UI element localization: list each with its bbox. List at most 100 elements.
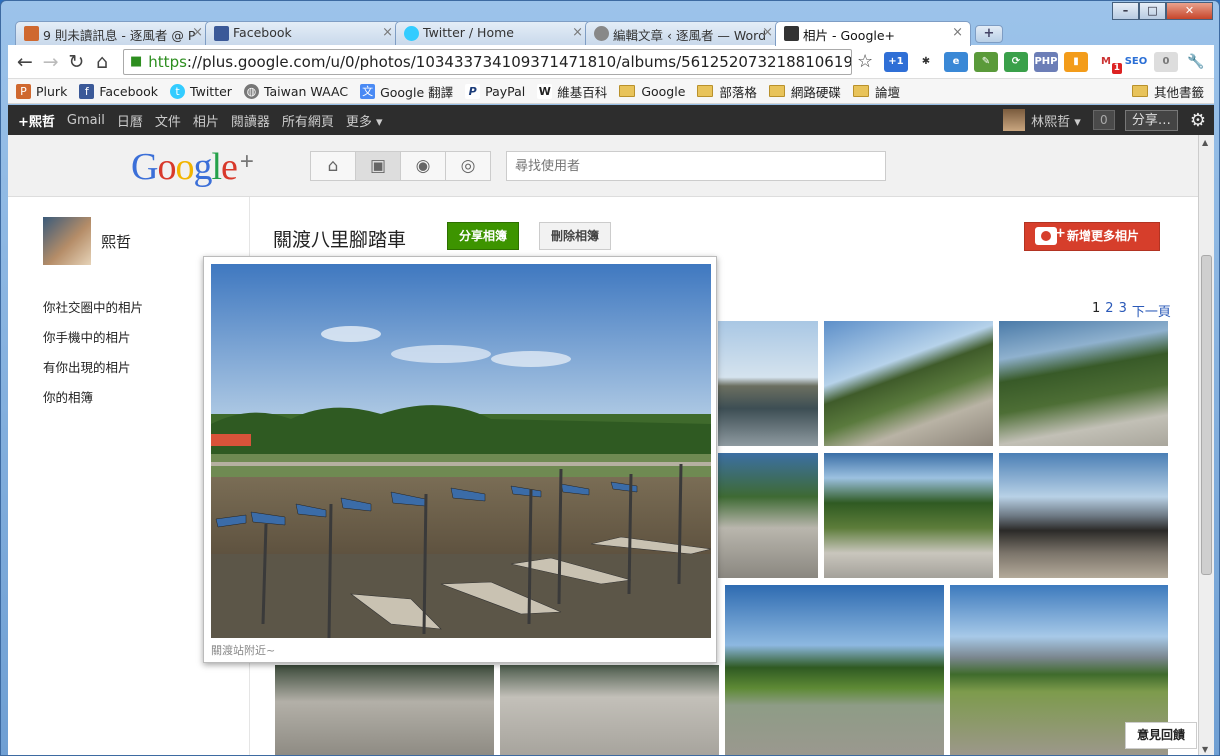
bookmark-folder-google[interactable]: Google bbox=[619, 84, 685, 99]
share-button[interactable]: 分享… bbox=[1124, 109, 1178, 131]
photo-thumbnail[interactable] bbox=[824, 321, 993, 446]
sidebar-item-your-albums[interactable]: 你的相簿 bbox=[43, 387, 143, 406]
profile-name[interactable]: 熙哲 bbox=[101, 231, 131, 252]
gear-icon[interactable]: ⚙ bbox=[1190, 110, 1206, 131]
seo-icon[interactable]: SEO bbox=[1123, 51, 1148, 72]
scrollbar-thumb[interactable] bbox=[1201, 255, 1212, 575]
photos-icon[interactable]: ▣ bbox=[355, 151, 401, 181]
gbar-link-docs[interactable]: 文件 bbox=[155, 111, 181, 130]
google-plus-logo[interactable]: Google + bbox=[131, 145, 254, 189]
close-icon[interactable]: × bbox=[952, 25, 963, 40]
bookmark-paypal[interactable]: P PayPal bbox=[465, 83, 526, 99]
bookmark-label: PayPal bbox=[485, 83, 526, 99]
bug-icon[interactable]: ✱ bbox=[913, 51, 938, 72]
photo-thumbnail[interactable] bbox=[275, 665, 494, 755]
photo-thumbnail[interactable] bbox=[718, 321, 818, 446]
url-scheme: https bbox=[148, 52, 187, 71]
close-icon[interactable]: × bbox=[192, 25, 203, 40]
avatar[interactable] bbox=[43, 217, 91, 265]
add-photos-button[interactable]: + 新增更多相片 bbox=[1024, 222, 1160, 251]
gbar-link-web[interactable]: 所有網頁 bbox=[282, 111, 334, 130]
browser-toolbar: ← → ↻ ⌂ ■ https ://plus.google.com/u/0/p… bbox=[8, 45, 1214, 79]
new-tab-button[interactable]: + bbox=[975, 25, 1003, 43]
close-icon[interactable]: × bbox=[762, 25, 773, 40]
photo-thumbnail[interactable] bbox=[999, 453, 1168, 578]
photo-thumbnail[interactable] bbox=[718, 453, 818, 578]
php-icon[interactable]: PHP bbox=[1033, 51, 1058, 72]
bookmark-wikipedia[interactable]: W 維基百科 bbox=[537, 82, 607, 101]
notification-count[interactable]: 0 bbox=[1092, 110, 1115, 130]
bookmark-label: Plurk bbox=[36, 83, 68, 99]
account-name[interactable]: 林熙哲 ▾ bbox=[1031, 111, 1081, 130]
bookmark-google-translate[interactable]: 文 Google 翻譯 bbox=[360, 82, 453, 101]
bookmark-folder-blog[interactable]: 部落格 bbox=[697, 82, 757, 101]
close-icon[interactable]: × bbox=[382, 25, 393, 40]
photo-hover-preview[interactable]: 關渡站附近~ bbox=[203, 256, 717, 663]
feedback-button[interactable]: 意見回饋 bbox=[1125, 722, 1197, 749]
bookmark-twitter[interactable]: t Twitter bbox=[170, 83, 232, 99]
gbar-link-gmail[interactable]: Gmail bbox=[67, 113, 105, 128]
page-link[interactable]: 2 bbox=[1105, 301, 1113, 320]
maximize-button[interactable]: □ bbox=[1139, 2, 1166, 20]
sidebar-item-circles-photos[interactable]: 你社交圈中的相片 bbox=[43, 297, 143, 316]
evernote-icon[interactable]: ✎ bbox=[973, 51, 998, 72]
photo-thumbnail[interactable] bbox=[999, 321, 1168, 446]
preview-photo[interactable] bbox=[211, 264, 711, 638]
bookmark-taiwan-waac[interactable]: ◍ Taiwan WAAC bbox=[243, 83, 348, 99]
other-bookmarks[interactable]: 其他書籤 bbox=[1131, 82, 1204, 101]
reload-icon[interactable]: ↻ bbox=[64, 51, 90, 73]
vertical-scrollbar[interactable]: ▲ ▼ bbox=[1198, 135, 1214, 755]
bookmark-plurk[interactable]: P Plurk bbox=[16, 83, 68, 99]
tab-google-plus-photos[interactable]: 相片 - Google+ × bbox=[775, 21, 971, 46]
plus-one-icon[interactable]: +1 bbox=[883, 51, 908, 72]
close-icon[interactable]: × bbox=[572, 25, 583, 40]
page-link[interactable]: 3 bbox=[1119, 301, 1127, 320]
gbar-link-reader[interactable]: 閱讀器 bbox=[231, 111, 270, 130]
share-album-button[interactable]: 分享相簿 bbox=[447, 222, 519, 250]
search-input[interactable] bbox=[506, 151, 886, 181]
folder-icon bbox=[852, 85, 869, 97]
photo-thumbnail[interactable] bbox=[824, 453, 993, 578]
profile-icon[interactable]: ◉ bbox=[400, 151, 446, 181]
photo-thumbnail[interactable] bbox=[725, 585, 944, 755]
tab-wordpress[interactable]: 編輯文章 ‹ 逐風者 — Word × bbox=[585, 21, 781, 45]
avatar[interactable] bbox=[1003, 109, 1026, 131]
close-window-button[interactable]: ✕ bbox=[1166, 2, 1213, 20]
analytics-icon[interactable]: ▮ bbox=[1063, 51, 1088, 72]
home-icon[interactable]: ⌂ bbox=[89, 51, 115, 73]
tab-twitter[interactable]: Twitter / Home × bbox=[395, 21, 591, 45]
gmail-icon[interactable]: M1 bbox=[1093, 51, 1122, 74]
gbar-link-photos[interactable]: 相片 bbox=[193, 111, 219, 130]
sidebar-item-phone-photos[interactable]: 你手機中的相片 bbox=[43, 327, 143, 346]
back-arrow-icon[interactable]: ← bbox=[12, 51, 38, 73]
bookmark-folder-drive[interactable]: 網路硬碟 bbox=[768, 82, 841, 101]
gbar-link-more[interactable]: 更多 ▾ bbox=[346, 111, 383, 130]
refresh-green-icon[interactable]: ⟳ bbox=[1003, 51, 1028, 72]
minimize-button[interactable]: – bbox=[1112, 2, 1139, 20]
tab-facebook[interactable]: Facebook × bbox=[205, 21, 401, 45]
counter-badge-icon[interactable]: 0 bbox=[1153, 51, 1178, 72]
sidebar-item-photos-of-you[interactable]: 有你出現的相片 bbox=[43, 357, 143, 376]
browser-window: – □ ✕ 9 則未讀訊息 - 逐風者 @ P × Facebook × Twi… bbox=[0, 0, 1220, 756]
url-path: ://plus.google.com/u/0/photos/1034337341… bbox=[186, 52, 853, 71]
address-bar[interactable]: ■ https ://plus.google.com/u/0/photos/10… bbox=[123, 48, 853, 75]
forward-arrow-icon[interactable]: → bbox=[38, 51, 64, 73]
scroll-down-icon[interactable]: ▼ bbox=[1202, 745, 1208, 754]
next-page-link[interactable]: 下一頁 bbox=[1132, 301, 1171, 320]
photo-thumbnail[interactable] bbox=[500, 665, 719, 755]
gbar-link-calendar[interactable]: 日曆 bbox=[117, 111, 143, 130]
bookmark-folder-forum[interactable]: 論壇 bbox=[852, 82, 900, 101]
delete-album-button[interactable]: 刪除相簿 bbox=[539, 222, 611, 250]
bookmark-facebook[interactable]: f Facebook bbox=[79, 83, 158, 99]
profile-card[interactable]: 熙哲 bbox=[43, 217, 131, 265]
circles-icon[interactable]: ◎ bbox=[445, 151, 491, 181]
star-icon[interactable]: ☆ bbox=[852, 51, 878, 72]
wrench-icon[interactable]: 🔧 bbox=[1183, 51, 1208, 72]
bookmark-label: 部落格 bbox=[719, 84, 757, 100]
tab-plurk[interactable]: 9 則未讀訊息 - 逐風者 @ P × bbox=[15, 21, 211, 45]
gbar-profile-link[interactable]: +熙哲 bbox=[18, 111, 55, 130]
scroll-up-icon[interactable]: ▲ bbox=[1202, 138, 1208, 147]
ie-tab-icon[interactable]: e bbox=[943, 51, 968, 72]
window-controls: – □ ✕ bbox=[1112, 2, 1213, 20]
home-icon[interactable]: ⌂ bbox=[310, 151, 356, 181]
